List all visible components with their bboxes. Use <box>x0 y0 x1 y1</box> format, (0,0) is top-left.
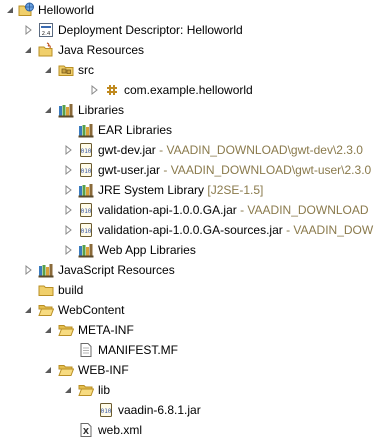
tree-item-label: src <box>78 63 94 77</box>
tree-item-decoration: - VAADIN_DOWNLOAD\gwt-user\2.3.0 <box>160 163 372 177</box>
tree-item-decoration: - VAADIN_DOW <box>282 223 374 237</box>
web-project-icon <box>18 2 34 18</box>
tree-item-label: Java Resources <box>58 43 145 57</box>
text-file-icon <box>78 342 94 358</box>
tree-item-gwt-dev-jar[interactable]: gwt-dev.jar - VAADIN_DOWNLOAD\gwt-dev\2.… <box>0 140 385 160</box>
library-container-icon <box>78 122 94 138</box>
expand-toggle-closed-icon[interactable] <box>62 184 74 196</box>
tree-item-web-app-libraries[interactable]: Web App Libraries <box>0 240 385 260</box>
expand-toggle-open-icon[interactable] <box>22 304 34 316</box>
tree-item-manifest[interactable]: MANIFEST.MF <box>0 340 385 360</box>
expand-toggle-closed-icon[interactable] <box>22 24 34 36</box>
tree-item-label: gwt-dev.jar <box>98 143 156 157</box>
tree-item-label: MANIFEST.MF <box>98 343 178 357</box>
expand-toggle-open-icon[interactable] <box>42 364 54 376</box>
jar-icon <box>78 142 94 158</box>
xml-file-icon <box>78 422 94 438</box>
expand-toggle-open-icon[interactable] <box>42 324 54 336</box>
tree-item-gwt-user-jar[interactable]: gwt-user.jar - VAADIN_DOWNLOAD\gwt-user\… <box>0 160 385 180</box>
deployment-descriptor-icon <box>38 22 54 38</box>
expand-toggle-closed-icon[interactable] <box>22 264 34 276</box>
tree-item-decoration: - VAADIN_DOWNLOAD <box>236 203 369 217</box>
folder-icon <box>38 282 54 298</box>
source-folder-icon <box>58 62 74 78</box>
expand-toggle-closed-icon[interactable] <box>62 204 74 216</box>
tree-item-label: Web App Libraries <box>98 243 196 257</box>
expand-toggle-open-icon[interactable] <box>42 104 54 116</box>
tree-item-helloworld[interactable]: Helloworld <box>0 0 385 20</box>
tree-item-src[interactable]: src <box>0 60 385 80</box>
tree-item-label: WEB-INF <box>78 363 129 377</box>
expand-toggle-open-icon[interactable] <box>4 4 16 16</box>
tree-item-webcontent[interactable]: WebContent <box>0 300 385 320</box>
tree-item-ear-libraries[interactable]: EAR Libraries <box>0 120 385 140</box>
expand-toggle-open-icon[interactable] <box>62 384 74 396</box>
tree-item-lib[interactable]: lib <box>0 380 385 400</box>
tree-item-deployment-descriptor[interactable]: Deployment Descriptor: Helloworld <box>0 20 385 40</box>
tree-item-label: gwt-user.jar <box>98 163 161 177</box>
tree-item-java-resources[interactable]: Java Resources <box>0 40 385 60</box>
tree-item-label: web.xml <box>98 423 143 437</box>
tree-item-package[interactable]: com.example.helloworld <box>0 80 385 100</box>
library-container-icon <box>78 182 94 198</box>
tree-item-jre-system-library[interactable]: JRE System Library [J2SE-1.5] <box>0 180 385 200</box>
tree-item-label: JRE System Library <box>98 183 205 197</box>
folder-open-icon <box>78 382 94 398</box>
javascript-resources-icon <box>38 262 54 278</box>
expand-toggle-closed-icon[interactable] <box>62 144 74 156</box>
java-resources-icon <box>38 42 54 58</box>
tree-item-web-xml[interactable]: web.xml <box>0 420 385 440</box>
tree-item-decoration: - VAADIN_DOWNLOAD\gwt-dev\2.3.0 <box>155 143 363 157</box>
expand-toggle-closed-icon[interactable] <box>62 164 74 176</box>
project-explorer-tree: Helloworld Deployment Descriptor: Hellow… <box>0 0 385 443</box>
expand-toggle-closed-icon[interactable] <box>88 84 100 96</box>
tree-item-label: Libraries <box>78 103 125 117</box>
tree-item-label: META-INF <box>78 323 134 337</box>
jar-icon <box>78 202 94 218</box>
tree-item-label: Helloworld <box>38 3 95 17</box>
tree-item-label: EAR Libraries <box>98 123 173 137</box>
library-container-icon <box>78 242 94 258</box>
tree-item-validation-api-sources-jar[interactable]: validation-api-1.0.0.GA-sources.jar - VA… <box>0 220 385 240</box>
tree-item-build[interactable]: build <box>0 280 385 300</box>
tree-item-web-inf[interactable]: WEB-INF <box>0 360 385 380</box>
folder-open-icon <box>58 322 74 338</box>
tree-item-label: lib <box>98 383 111 397</box>
tree-item-label: validation-api-1.0.0.GA.jar <box>98 203 237 217</box>
libraries-icon <box>58 102 74 118</box>
expand-toggle-open-icon[interactable] <box>22 44 34 56</box>
expand-toggle-closed-icon[interactable] <box>62 224 74 236</box>
tree-item-label: validation-api-1.0.0.GA-sources.jar <box>98 223 283 237</box>
tree-item-meta-inf[interactable]: META-INF <box>0 320 385 340</box>
tree-item-vaadin-jar[interactable]: vaadin-6.8.1.jar <box>0 400 385 420</box>
tree-item-decoration: [J2SE-1.5] <box>204 183 264 197</box>
jar-icon <box>78 222 94 238</box>
tree-item-label: com.example.helloworld <box>124 83 253 97</box>
folder-open-icon <box>58 362 74 378</box>
package-icon <box>104 82 120 98</box>
tree-item-label: build <box>58 283 84 297</box>
tree-item-label: Deployment Descriptor: Helloworld <box>58 23 243 37</box>
tree-item-label: vaadin-6.8.1.jar <box>118 403 201 417</box>
jar-icon <box>98 402 114 418</box>
tree-item-libraries[interactable]: Libraries <box>0 100 385 120</box>
tree-item-label: JavaScript Resources <box>58 263 175 277</box>
folder-open-icon <box>38 302 54 318</box>
tree-item-javascript-resources[interactable]: JavaScript Resources <box>0 260 385 280</box>
jar-icon <box>78 162 94 178</box>
expand-toggle-open-icon[interactable] <box>42 64 54 76</box>
tree-item-validation-api-jar[interactable]: validation-api-1.0.0.GA.jar - VAADIN_DOW… <box>0 200 385 220</box>
expand-toggle-closed-icon[interactable] <box>62 244 74 256</box>
tree-item-label: WebContent <box>58 303 125 317</box>
